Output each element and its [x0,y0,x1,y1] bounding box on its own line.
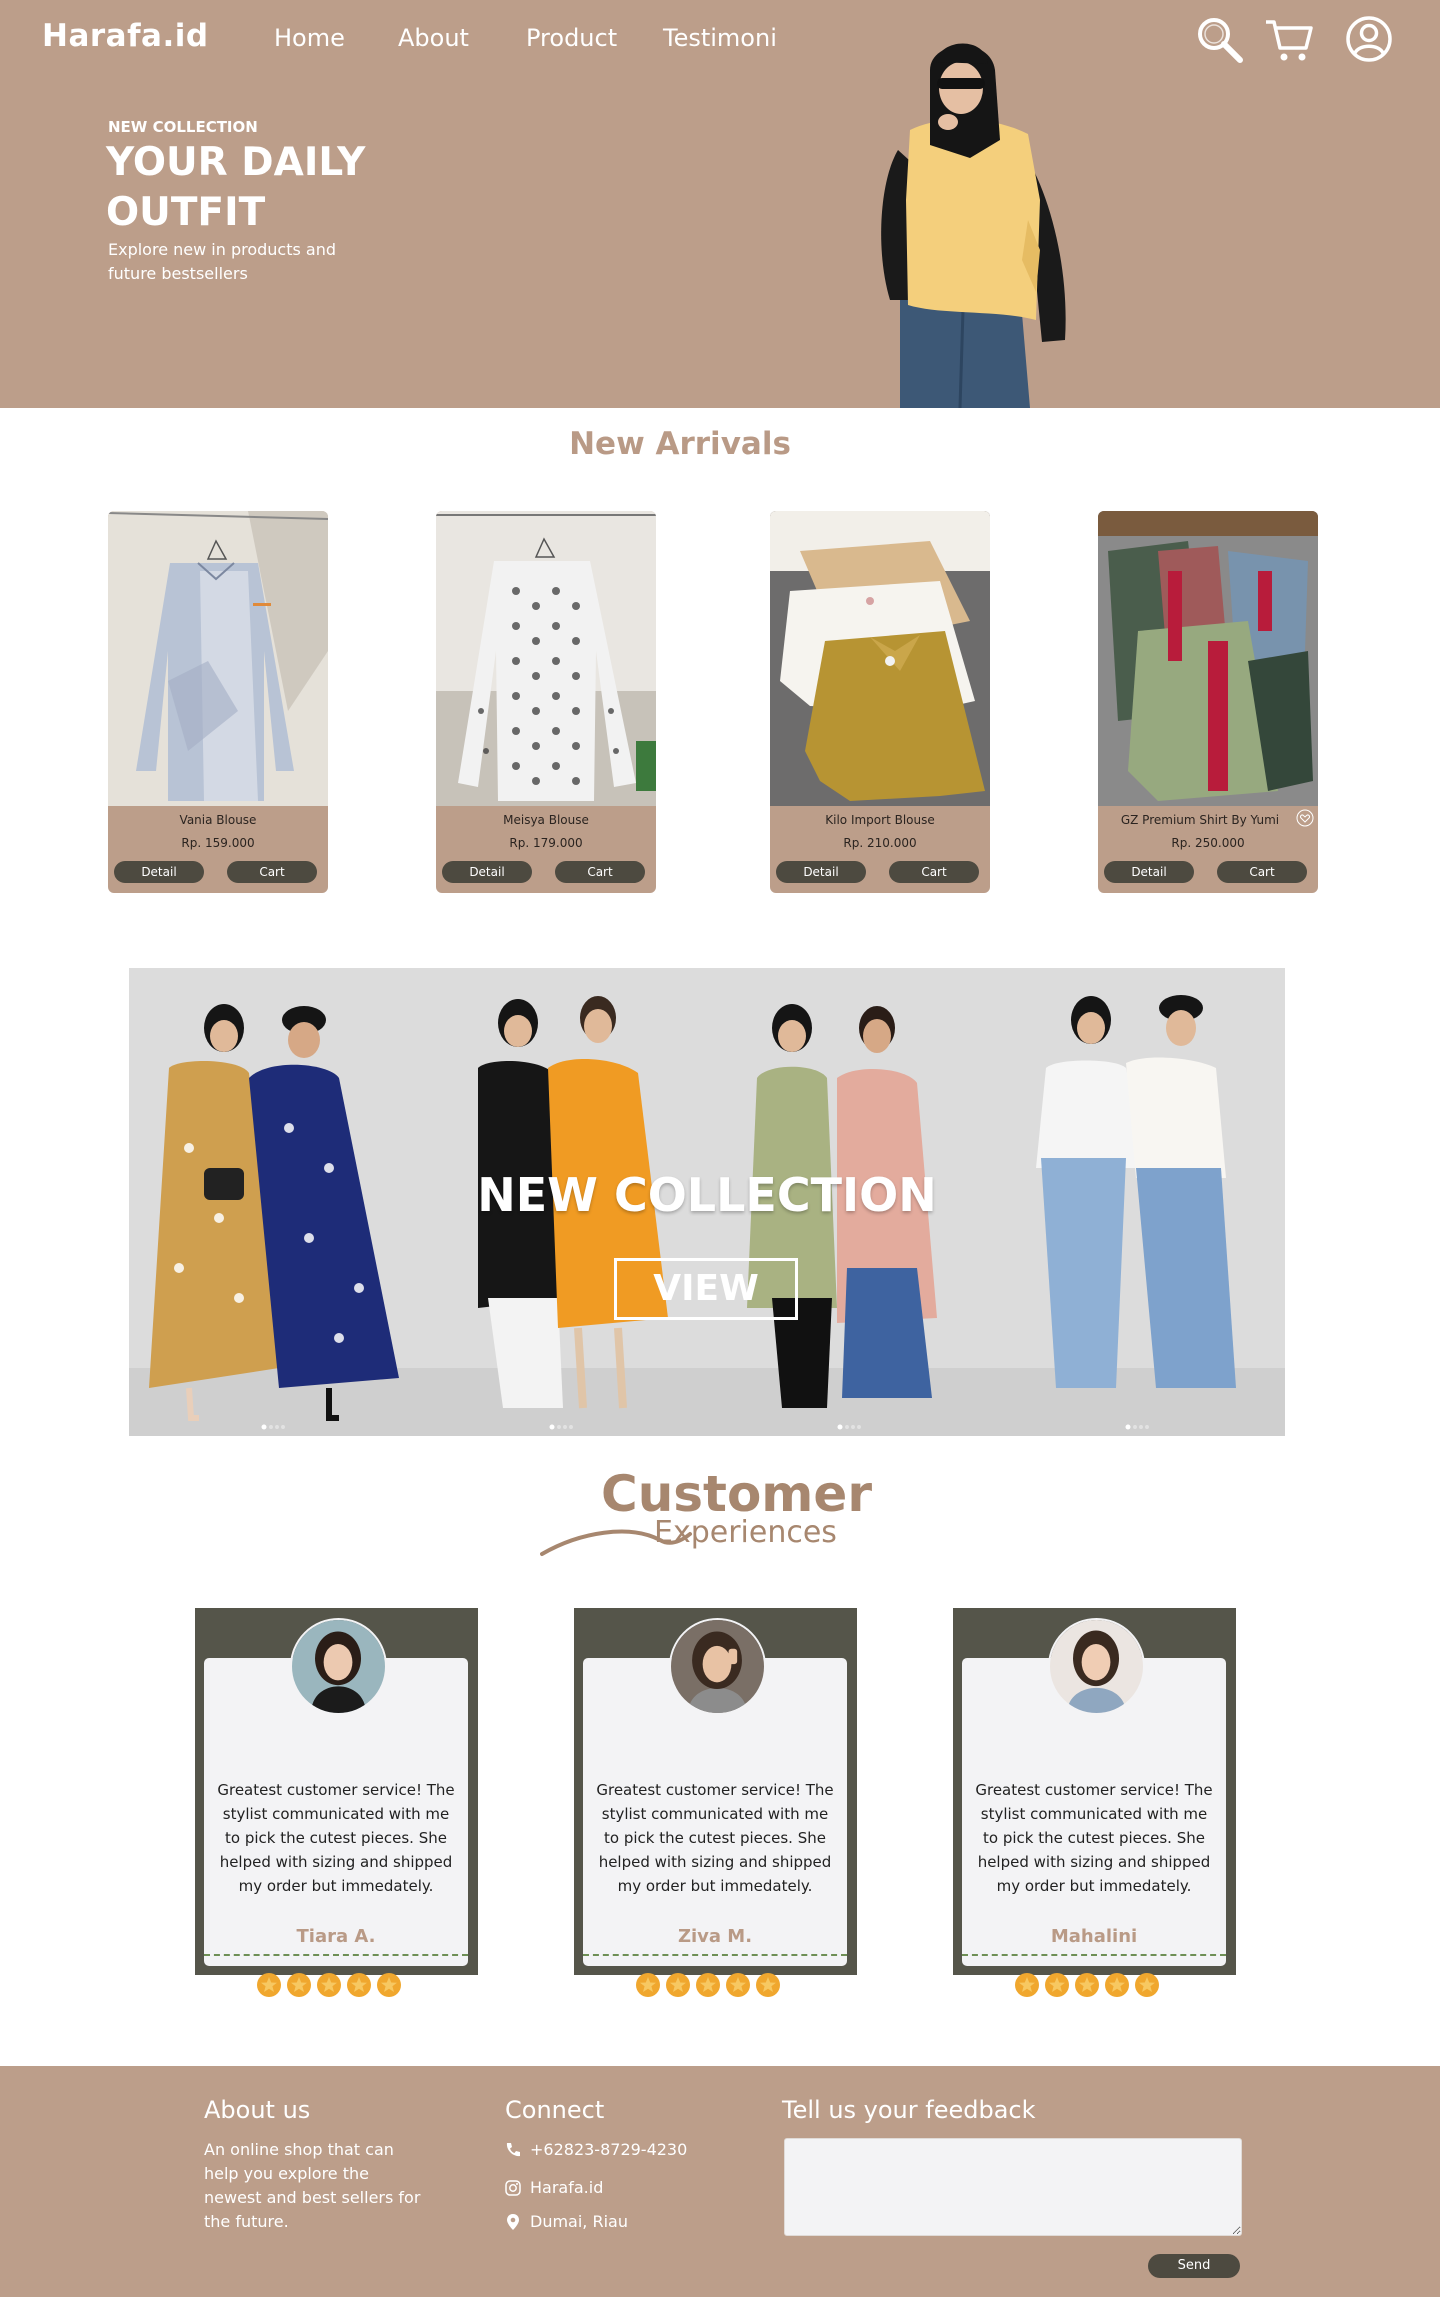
star-icon [726,1973,750,1997]
star-icon [756,1973,780,1997]
location-pin-icon [507,2214,519,2230]
detail-button[interactable]: Detail [442,861,532,883]
avatar [290,1618,387,1715]
detail-button[interactable]: Detail [776,861,866,883]
testimonial-name: Ziva M. [677,1926,753,1947]
carousel-dots[interactable] [1125,1424,1155,1430]
product-photo [1098,511,1318,806]
feedback-input[interactable] [784,2138,1242,2236]
star-icon [696,1973,720,1997]
star-icon [1105,1973,1129,1997]
product-name: GZ Premium Shirt By Yumi [1120,813,1280,827]
testimonial-card: Greatest customer service! The stylist c… [953,1608,1236,1997]
search-icon[interactable] [1194,14,1244,64]
instagram-handle[interactable]: Harafa.id [530,2176,603,2200]
product-photo [770,511,990,806]
testimonial-card: Greatest customer service! The stylist c… [195,1608,478,1997]
product-card: Kilo Import Blouse Rp. 210.000 Detail Ca… [770,511,990,893]
view-button[interactable]: VIEW [614,1258,798,1320]
banner-title: NEW COLLECTION [477,1168,937,1222]
carousel-dots[interactable] [549,1424,579,1430]
cart-button[interactable]: Cart [555,861,645,883]
account-icon[interactable] [1344,14,1394,64]
logo[interactable]: Harafa.id [42,18,209,54]
connect-title: Connect [505,2096,605,2124]
divider [583,1954,847,1956]
product-price: Rp. 159.000 [181,836,255,850]
cart-icon[interactable] [1264,14,1314,64]
product-card: Meisya Blouse Rp. 179.000 Detail Cart [436,511,656,893]
testimonial-name: Tiara A. [296,1926,376,1947]
testimonial-quote: Greatest customer service! The stylist c… [596,1781,834,1895]
carousel-dots[interactable] [837,1424,867,1430]
cart-button[interactable]: Cart [1217,861,1307,883]
cart-button[interactable]: Cart [889,861,979,883]
location-text: Dumai, Riau [530,2212,628,2231]
product-card: GZ Premium Shirt By Yumi Rp. 250.000 Det… [1098,511,1318,893]
instagram-icon [505,2180,521,2196]
about-title: About us [204,2096,311,2124]
detail-button[interactable]: Detail [1104,861,1194,883]
hero-kicker: NEW COLLECTION [108,118,258,136]
nav-product[interactable]: Product [526,24,617,52]
star-icon [317,1973,341,1997]
star-icon [1075,1973,1099,1997]
product-price: Rp. 179.000 [509,836,583,850]
feedback-title: Tell us your feedback [782,2096,1036,2124]
divider [204,1954,468,1956]
star-icon [1135,1973,1159,1997]
product-name: Meisya Blouse [503,813,589,827]
star-icon [257,1973,281,1997]
new-collection-banner: NEW COLLECTION VIEW [129,968,1285,1436]
testimonial-name: Mahalini [1050,1926,1138,1947]
star-icon [1045,1973,1069,1997]
customer-subtitle: Experiences [654,1515,837,1550]
cart-button[interactable]: Cart [227,861,317,883]
product-price: Rp. 250.000 [1171,836,1245,850]
send-button[interactable]: Send [1148,2254,1240,2278]
heart-icon[interactable] [1296,809,1314,827]
nav-about[interactable]: About [398,24,469,52]
carousel-dots[interactable] [261,1424,291,1430]
star-icon [636,1973,660,1997]
star-icon [666,1973,690,1997]
avatar [669,1618,766,1715]
testimonial-quote: Greatest customer service! The stylist c… [975,1781,1213,1895]
testimonial-quote: Greatest customer service! The stylist c… [217,1781,455,1895]
star-icon [377,1973,401,1997]
product-photo [108,511,328,806]
footer: About us An online shop that can help yo… [0,2066,1440,2297]
phone-icon [506,2143,520,2157]
testimonial-card: Greatest customer service! The stylist c… [574,1608,857,1997]
hero-model-image [881,43,1066,408]
hero-subtitle: Explore new in products and future bests… [108,240,337,283]
new-arrivals-title: New Arrivals [569,426,791,462]
star-icon [347,1973,371,1997]
nav-home[interactable]: Home [274,24,345,52]
about-text: An online shop that can help you explore… [204,2140,421,2231]
product-name: Kilo Import Blouse [825,813,935,827]
star-icon [1015,1973,1039,1997]
nav-testimoni[interactable]: Testimoni [663,24,777,52]
star-icon [287,1973,311,1997]
hero-title: YOUR DAILY OUTFIT [106,140,366,235]
detail-button[interactable]: Detail [114,861,204,883]
avatar [1048,1618,1145,1715]
product-price: Rp. 210.000 [843,836,917,850]
product-photo [436,511,656,806]
divider [962,1954,1226,1956]
product-name: Vania Blouse [179,813,257,827]
product-card: Vania Blouse Rp. 159.000 Detail Cart [108,511,328,893]
hero-header: Harafa.id Home About Product Testimoni N… [0,0,1440,408]
phone-number[interactable]: +62823-8729-4230 [530,2138,687,2162]
